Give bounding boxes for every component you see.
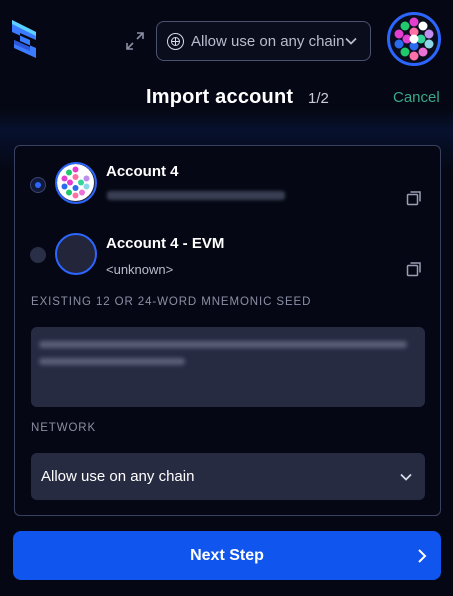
cancel-button[interactable]: Cancel bbox=[393, 89, 440, 106]
copy-icon[interactable] bbox=[405, 189, 423, 207]
step-indicator: 1/2 bbox=[308, 90, 329, 107]
network-label: NETWORK bbox=[31, 422, 97, 434]
chevron-down-icon bbox=[345, 37, 357, 45]
network-dropdown-value: Allow use on any chain bbox=[41, 468, 195, 485]
chain-selector[interactable]: Allow use on any chain bbox=[156, 21, 371, 61]
account-identicon-empty bbox=[55, 233, 97, 275]
account-address: <unknown> bbox=[106, 262, 174, 277]
header: Allow use on any chain Import account 1/… bbox=[0, 0, 453, 125]
chain-globe-icon bbox=[167, 32, 184, 50]
expand-icon[interactable] bbox=[124, 30, 146, 52]
account-avatar[interactable] bbox=[387, 12, 441, 66]
account-name: Account 4 bbox=[106, 163, 179, 180]
account-identicon bbox=[55, 162, 97, 204]
seed-text-hidden bbox=[39, 358, 185, 365]
next-step-label: Next Step bbox=[190, 547, 264, 564]
chain-selector-label: Allow use on any chain bbox=[191, 32, 345, 50]
account-option-substrate[interactable]: Account 4 bbox=[15, 156, 440, 206]
account-radio[interactable] bbox=[30, 247, 46, 263]
import-form-card: Account 4 Account 4 - EVM <unknown> EXIS… bbox=[14, 145, 441, 516]
account-option-evm[interactable]: Account 4 - EVM <unknown> bbox=[15, 228, 440, 278]
import-account-screen: Allow use on any chain Import account 1/… bbox=[0, 0, 453, 596]
chevron-down-icon bbox=[400, 473, 412, 481]
chevron-right-icon bbox=[418, 549, 427, 563]
account-name: Account 4 - EVM bbox=[106, 235, 225, 252]
mnemonic-seed-textarea[interactable] bbox=[31, 327, 425, 407]
seed-label: EXISTING 12 OR 24-WORD MNEMONIC SEED bbox=[31, 296, 312, 308]
seed-text-hidden bbox=[39, 341, 407, 348]
page-title: Import account bbox=[146, 86, 294, 108]
next-step-button[interactable]: Next Step bbox=[13, 531, 441, 580]
copy-icon[interactable] bbox=[405, 260, 423, 278]
account-address-hidden bbox=[107, 191, 285, 200]
app-logo-icon bbox=[12, 20, 36, 58]
network-dropdown[interactable]: Allow use on any chain bbox=[31, 453, 425, 500]
account-radio[interactable] bbox=[30, 177, 46, 193]
